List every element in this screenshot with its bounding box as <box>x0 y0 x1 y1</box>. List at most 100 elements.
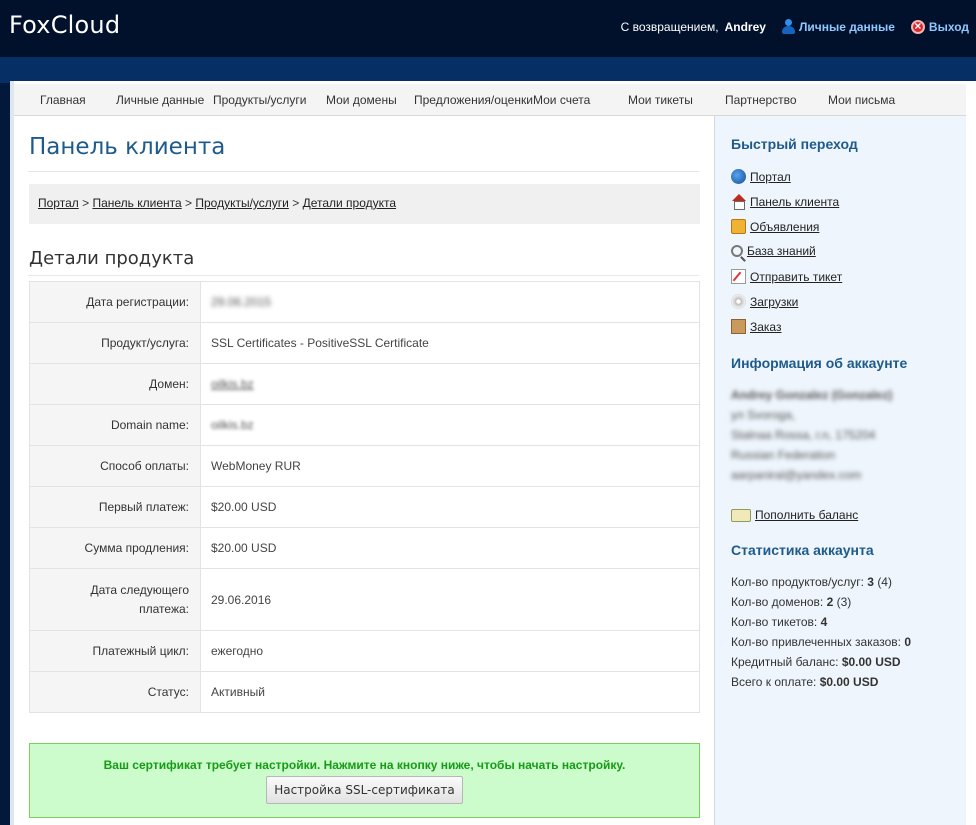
stat-label: Всего к оплате: <box>731 675 817 689</box>
quick-link-label[interactable]: База знаний <box>747 244 816 258</box>
table-row: Домен: oilkis.bz <box>29 363 700 405</box>
table-row: Первый платеж: $20.00 USD <box>29 486 700 528</box>
table-row: Дата регистрации: 29.06.2015 <box>29 281 700 323</box>
detail-value: ежегодно <box>200 630 700 672</box>
stat-extra: (4) <box>877 575 892 589</box>
detail-value: 29.06.2015 <box>200 281 700 323</box>
quick-link-downloads[interactable]: Загрузки <box>731 294 798 309</box>
add-funds-link[interactable]: Пополнить баланс <box>731 508 858 522</box>
announcements-icon <box>731 219 746 234</box>
quick-link-client-area[interactable]: Панель клиента <box>731 194 839 210</box>
detail-value: $20.00 USD <box>200 527 700 569</box>
detail-value: $20.00 USD <box>200 486 700 528</box>
nav-affiliates[interactable]: Партнерство <box>725 93 797 107</box>
quick-link-order[interactable]: Заказ <box>731 319 781 334</box>
table-row: Статус: Активный <box>29 671 700 713</box>
nav-quotes[interactable]: Предложения/оценки <box>414 93 533 107</box>
stat-label: Кол-во доменов: <box>731 595 824 609</box>
breadcrumb-client-area[interactable]: Панель клиента <box>92 196 181 210</box>
stat-tickets: Кол-во тикетов: 4 <box>731 615 827 629</box>
nav-tickets[interactable]: Мои тикеты <box>628 93 693 107</box>
account-address-line: Stalnaa Rossa, г.n, 175204 <box>731 428 876 442</box>
stat-referrals: Кол-во привлеченных заказов: 0 <box>731 635 911 649</box>
nav-account[interactable]: Личные данные <box>116 93 204 107</box>
welcome-bar: С возвращением, Andrey Личные данные Вых… <box>621 19 969 34</box>
detail-value: Активный <box>200 671 700 713</box>
detail-label: Способ оплаты: <box>29 445 201 487</box>
detail-value: oilkis.bz <box>200 404 700 446</box>
stat-total-due: Всего к оплате: $0.00 USD <box>731 675 878 689</box>
quick-link-label[interactable]: Панель клиента <box>750 195 839 209</box>
sidebar: Быстрый переход Портал Панель клиента Об… <box>714 116 966 825</box>
quick-link-knowledgebase[interactable]: База знаний <box>731 244 816 258</box>
logout-link-label: Выход <box>928 19 969 34</box>
detail-label: Domain name: <box>29 404 201 446</box>
quick-link-label[interactable]: Загрузки <box>750 295 798 309</box>
domain-link[interactable]: oilkis.bz <box>211 377 254 391</box>
stat-label: Кол-во продуктов/услуг: <box>731 575 864 589</box>
ssl-config-button[interactable]: Настройка SSL-сертификата <box>266 776 463 804</box>
quick-link-label[interactable]: Отправить тикет <box>750 270 842 284</box>
table-row: Сумма продления: $20.00 USD <box>29 527 700 569</box>
nav-invoices[interactable]: Мои счета <box>533 93 590 107</box>
breadcrumb-portal[interactable]: Портал <box>38 196 79 210</box>
site-logo[interactable]: FoxCloud <box>9 11 120 39</box>
account-name: Andrey Gonzalez (Gonzalez) <box>731 388 893 402</box>
breadcrumb-services[interactable]: Продукты/услуги <box>195 196 289 210</box>
detail-label: Домен: <box>29 363 201 405</box>
quick-link-label[interactable]: Заказ <box>750 320 781 334</box>
account-address-line: ул Svoroga, <box>731 408 796 422</box>
quick-link-portal[interactable]: Портал <box>731 169 791 184</box>
quick-link-submit-ticket[interactable]: Отправить тикет <box>731 269 842 284</box>
detail-label: Статус: <box>29 671 201 713</box>
stat-value: 4 <box>820 615 828 629</box>
quick-link-label[interactable]: Портал <box>750 170 791 184</box>
detail-label: Дата регистрации: <box>29 281 201 323</box>
account-stats-title: Статистика аккаунта <box>731 542 874 558</box>
nav-domains[interactable]: Мои домены <box>326 93 397 107</box>
stat-value: $0.00 USD <box>819 675 879 689</box>
page-container: Главная Личные данные Продукты/услуги Мо… <box>10 81 976 825</box>
breadcrumb-product-details[interactable]: Детали продукта <box>303 196 396 210</box>
stat-domains: Кол-во доменов: 2 (3) <box>731 595 851 609</box>
quick-link-announcements[interactable]: Объявления <box>731 219 819 234</box>
quick-nav-title: Быстрый переход <box>731 136 858 152</box>
table-row: Domain name: oilkis.bz <box>29 404 700 446</box>
account-info-title: Информация об аккаунте <box>731 355 908 371</box>
stat-value: 2 <box>826 595 834 609</box>
ticket-icon <box>731 269 746 284</box>
logout-icon <box>910 19 925 34</box>
breadcrumb: Портал > Панель клиента > Продукты/услуг… <box>29 184 700 224</box>
quick-link-label[interactable]: Объявления <box>750 220 819 234</box>
stat-value: 0 <box>904 635 912 649</box>
money-icon <box>731 508 751 522</box>
globe-icon <box>731 169 746 184</box>
detail-value: oilkis.bz <box>200 363 700 405</box>
add-funds-label[interactable]: Пополнить баланс <box>755 508 858 522</box>
breadcrumb-separator: > <box>185 196 193 210</box>
nav-home[interactable]: Главная <box>40 93 86 107</box>
nav-services[interactable]: Продукты/услуги <box>213 93 307 107</box>
breadcrumb-separator: > <box>292 196 300 210</box>
account-link[interactable]: Личные данные <box>781 19 895 34</box>
account-link-label: Личные данные <box>798 19 895 34</box>
account-email: aarpaniral@yandex.com <box>731 468 862 482</box>
logout-link[interactable]: Выход <box>910 19 969 34</box>
downloads-icon <box>731 294 746 309</box>
page-title: Панель клиента <box>29 134 226 160</box>
detail-value: SSL Certificates - PositiveSSL Certifica… <box>200 322 700 364</box>
table-row: Платежный цикл: ежегодно <box>29 630 700 672</box>
user-icon <box>781 19 795 34</box>
section-title: Детали продукта <box>29 248 195 269</box>
table-row: Способ оплаты: WebMoney RUR <box>29 445 700 487</box>
account-country: Russian Federation <box>731 448 836 462</box>
order-icon <box>731 319 746 334</box>
detail-value: 29.06.2016 <box>200 568 700 631</box>
stat-label: Кол-во тикетов: <box>731 615 818 629</box>
nav-emails[interactable]: Мои письма <box>828 93 895 107</box>
home-icon <box>731 194 746 210</box>
product-details-table: Дата регистрации: 29.06.2015 Продукт/усл… <box>29 281 700 713</box>
stat-value: 3 <box>867 575 874 589</box>
stat-credit-balance: Кредитный баланс: $0.00 USD <box>731 655 901 669</box>
detail-label: Платежный цикл: <box>29 630 201 672</box>
